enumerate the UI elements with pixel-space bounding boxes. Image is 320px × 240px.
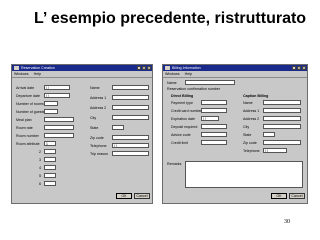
room-attribute-label: Room attribute: [16, 142, 40, 146]
caption-address2-field[interactable]: [263, 116, 301, 121]
caption-address1-field[interactable]: [263, 108, 301, 113]
ok-button[interactable]: OK: [116, 193, 132, 199]
caption-address2-label: Address 2: [243, 117, 260, 121]
city-label: City: [90, 116, 97, 120]
attribute-row-field[interactable]: [44, 149, 56, 154]
maximize-icon[interactable]: □: [297, 66, 301, 70]
caption-city-field[interactable]: [263, 124, 301, 129]
address1-label: Address 1: [90, 96, 107, 100]
rooms-label: Number of rooms: [16, 102, 44, 106]
telephone-label: Telephone: [90, 144, 107, 148]
room-rate-label: Room rate: [16, 126, 33, 130]
payment-type-field[interactable]: [201, 100, 227, 105]
reservation-titlebar[interactable]: Reservation Creation _ □ x: [12, 65, 152, 71]
caption-name-field[interactable]: [263, 100, 301, 105]
trip-reason-label: Trip reason: [90, 152, 109, 156]
billing-window: Billing Information _ □ x Windows Help N…: [162, 64, 308, 204]
attribute-row-label: 3: [39, 158, 41, 162]
billing-window-title: Billing Information: [172, 66, 201, 70]
direct-billing-heading: Direct Billing: [171, 94, 194, 98]
billing-name-field[interactable]: [185, 80, 235, 85]
close-icon[interactable]: x: [147, 66, 151, 70]
arrival-date-label: Arrival date: [16, 86, 35, 90]
billing-titlebar[interactable]: Billing Information _ □ x: [163, 65, 307, 71]
attribute-row-field[interactable]: [44, 181, 56, 186]
minimize-icon[interactable]: _: [292, 66, 296, 70]
room-number-label: Room number: [16, 134, 39, 138]
guest-name-label: Name: [90, 86, 100, 90]
menu-divider: [12, 77, 152, 78]
departure-date-field[interactable]: / /: [44, 93, 70, 98]
city-field[interactable]: [112, 115, 149, 120]
expiration-date-field[interactable]: / /: [201, 116, 219, 121]
menu-divider: [163, 77, 307, 78]
deposit-required-field[interactable]: [201, 124, 227, 129]
reservation-window-title: Reservation Creation: [21, 66, 55, 70]
address2-label: Address 2: [90, 106, 107, 110]
credit-limit-label: Credit limit: [171, 141, 188, 145]
billing-name-label: Name: [167, 81, 177, 85]
attribute-row-label: 4: [39, 166, 41, 170]
state-label: State: [90, 126, 99, 130]
attribute-row-field[interactable]: [44, 165, 56, 170]
caption-telephone-label: Telephone: [243, 149, 260, 153]
credit-limit-field[interactable]: [201, 140, 227, 145]
meal-plan-field[interactable]: [44, 117, 74, 122]
guest-name-field[interactable]: [112, 85, 149, 90]
remarks-label: Remarks: [167, 162, 182, 166]
guests-field[interactable]: [44, 109, 58, 114]
caption-city-label: City: [243, 125, 250, 129]
deposit-required-label: Deposit required: [171, 125, 198, 129]
credit-card-field[interactable]: [201, 108, 227, 113]
arrival-date-field[interactable]: / /: [44, 85, 70, 90]
zip-code-field[interactable]: [112, 135, 149, 140]
trip-reason-field[interactable]: [112, 151, 149, 156]
close-icon[interactable]: x: [302, 66, 306, 70]
payment-type-label: Payment type: [171, 101, 193, 105]
meal-plan-label: Meal plan: [16, 118, 32, 122]
room-number-field[interactable]: [44, 133, 74, 138]
departure-date-label: Departure date: [16, 94, 40, 98]
caption-billing-heading: Caption Billing: [243, 94, 269, 98]
guests-label: Number of guests: [16, 110, 45, 114]
attribute-row-field[interactable]: [44, 173, 56, 178]
app-icon: [14, 66, 19, 70]
ok-button[interactable]: OK: [271, 193, 287, 199]
caption-state-field[interactable]: [263, 132, 275, 137]
slide-title: L’ esempio precedente, ristrutturato: [34, 10, 307, 27]
room-attribute-field[interactable]: 1: [44, 141, 56, 146]
room-rate-field[interactable]: [44, 125, 74, 130]
state-field[interactable]: [112, 125, 124, 130]
caption-state-label: State: [243, 133, 252, 137]
confirmation-number-label: Reservation confirmation number: [167, 87, 220, 91]
app-icon: [165, 66, 170, 70]
expiration-date-label: Expiration date: [171, 117, 195, 121]
telephone-field[interactable]: ( ): [112, 143, 149, 148]
attribute-row-label: 5: [39, 174, 41, 178]
address2-field[interactable]: [112, 105, 149, 110]
rooms-field[interactable]: [44, 101, 58, 106]
advice-code-field[interactable]: [201, 132, 227, 137]
maximize-icon[interactable]: □: [142, 66, 146, 70]
zip-code-label: Zip code: [90, 136, 104, 140]
reservation-window: Reservation Creation _ □ x Windows Help …: [11, 64, 153, 204]
advice-code-label: Advice code: [171, 133, 191, 137]
caption-zip-label: Zip code: [243, 141, 257, 145]
attribute-row-label: 6: [39, 182, 41, 186]
attribute-row-field[interactable]: [44, 157, 56, 162]
cancel-button[interactable]: Cancel: [289, 193, 305, 199]
address1-field[interactable]: [112, 95, 149, 100]
cancel-button[interactable]: Cancel: [134, 193, 150, 199]
slide-number: 30: [284, 219, 290, 225]
remarks-textarea[interactable]: [185, 161, 303, 188]
attribute-row-label: 2: [39, 150, 41, 154]
caption-zip-field[interactable]: [263, 140, 301, 145]
caption-name-label: Name: [243, 101, 253, 105]
minimize-icon[interactable]: _: [137, 66, 141, 70]
caption-telephone-field[interactable]: ( ): [263, 148, 287, 153]
credit-card-label: Credit card number: [171, 109, 202, 113]
caption-address1-label: Address 1: [243, 109, 260, 113]
